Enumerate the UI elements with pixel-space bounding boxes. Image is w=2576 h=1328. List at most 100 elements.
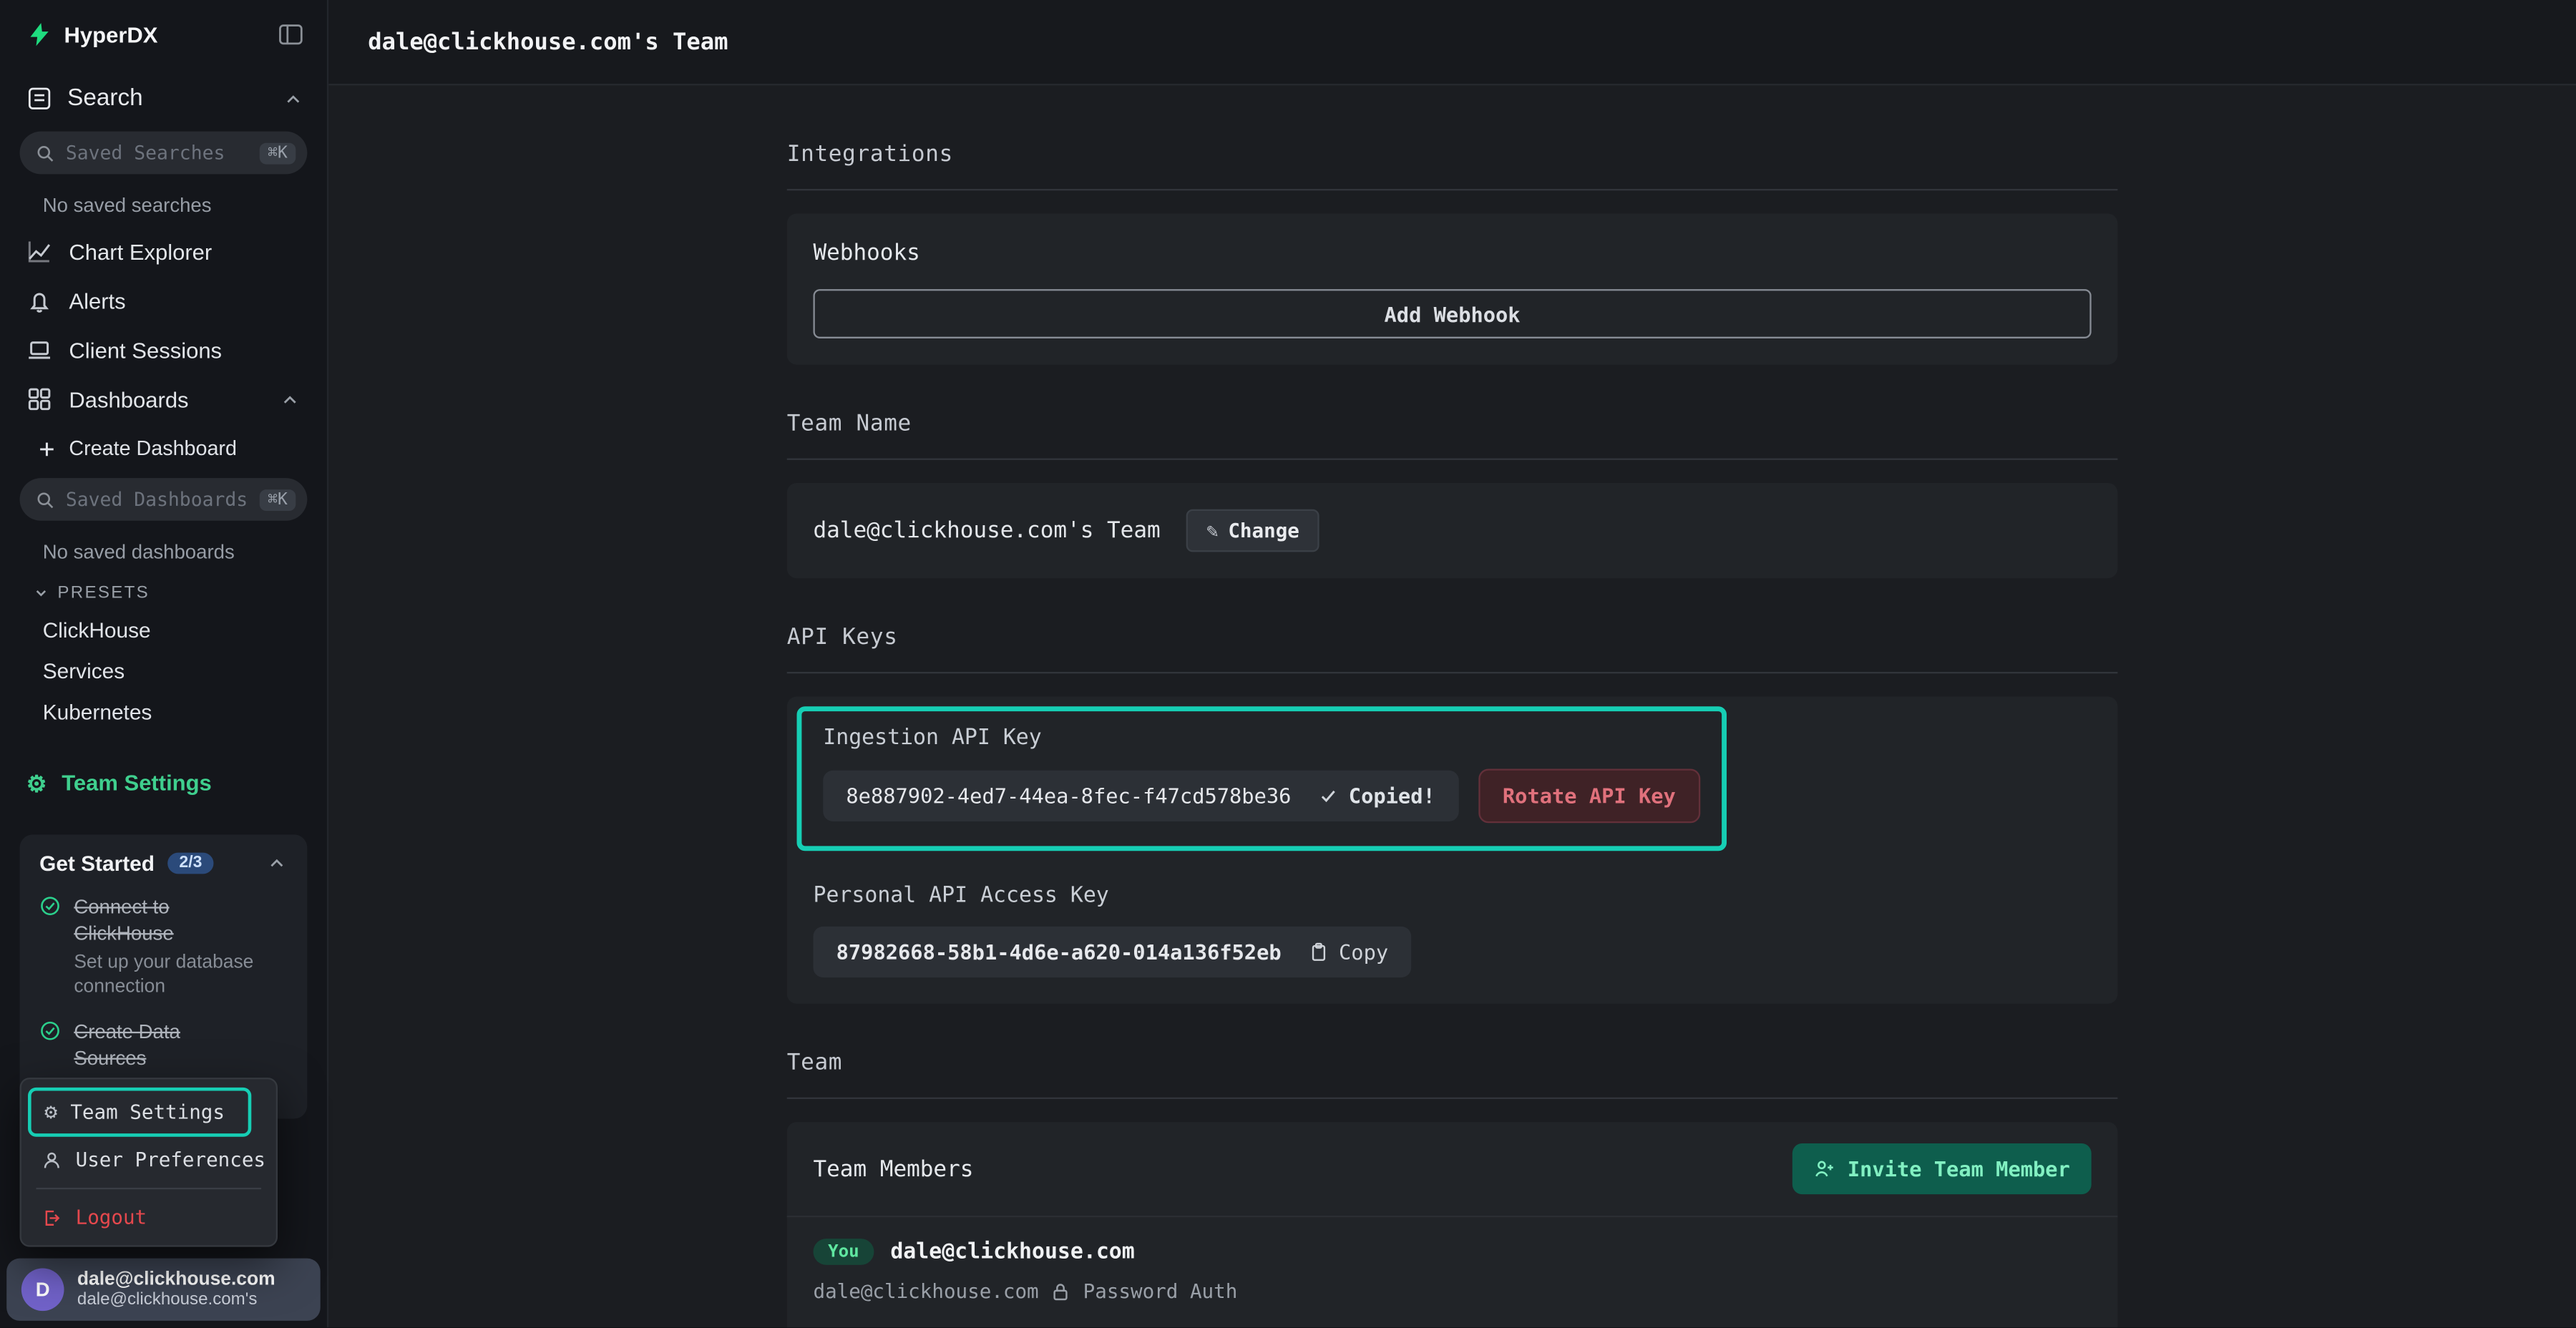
sidebar-item-label: Client Sessions [69, 338, 222, 362]
annotation-team-settings: ⚙ Team Settings [28, 1088, 251, 1137]
user-subtitle: dale@clickhouse.com's [77, 1289, 275, 1309]
menu-item-label: Team Settings [70, 1100, 225, 1123]
invite-button-label: Invite Team Member [1848, 1156, 2070, 1181]
copied-label: Copied! [1349, 783, 1435, 808]
main-content: Integrations Webhooks Add Webhook Team N… [328, 85, 2576, 1327]
saved-searches-placeholder: Saved Searches [66, 141, 250, 164]
saved-searches-input[interactable]: Saved Searches ⌘K [20, 132, 308, 175]
sidebar-item-chart-explorer[interactable]: Chart Explorer [0, 227, 327, 276]
check-circle-icon [39, 1020, 61, 1042]
saved-dashboards-placeholder: Saved Dashboards [66, 488, 250, 511]
ingestion-api-key-value[interactable]: 8e887902-4ed7-44ea-8fec-f47cd578be36 Cop… [823, 771, 1458, 821]
no-saved-dashboards-text: No saved dashboards [0, 529, 327, 573]
get-started-item-subtitle: Set up your database connection [74, 952, 268, 1001]
integrations-heading: Integrations [787, 141, 2118, 190]
add-webhook-button[interactable]: Add Webhook [813, 289, 2091, 338]
menu-item-user-preferences[interactable]: User Preferences [28, 1138, 270, 1181]
logout-icon [41, 1206, 62, 1228]
saved-dashboards-input[interactable]: Saved Dashboards ⌘K [20, 478, 308, 521]
lock-icon [1050, 1281, 1072, 1302]
chevron-up-icon [279, 389, 301, 410]
team-settings-label: Team Settings [62, 771, 212, 795]
sidebar-header: HyperDX [0, 0, 327, 64]
change-team-name-button[interactable]: ✎ Change [1186, 509, 1319, 552]
menu-item-logout[interactable]: Logout [28, 1196, 270, 1239]
user-plus-icon [1813, 1158, 1835, 1180]
team-member-row: You dale@clickhouse.com dale@clickhouse.… [787, 1217, 2118, 1327]
app-root: HyperDX Search Saved Searches ⌘K No save… [0, 0, 2576, 1327]
menu-item-label: Logout [76, 1206, 147, 1229]
team-members-card: Team Members Invite Team Member You dale… [787, 1122, 2118, 1327]
user-menu-popup: ⚙ Team Settings User Preferences Logout [20, 1078, 278, 1246]
create-dashboard-label: Create Dashboard [69, 437, 237, 460]
personal-api-key-value[interactable]: 87982668-58b1-4d6e-a620-014a136f52eb Cop… [813, 927, 1411, 977]
team-members-label: Team Members [813, 1156, 973, 1182]
chevron-up-icon[interactable] [266, 853, 288, 874]
preset-services[interactable]: Services [0, 650, 327, 691]
api-key-text: 87982668-58b1-4d6e-a620-014a136f52eb [836, 939, 1282, 964]
team-name-heading: Team Name [787, 411, 2118, 460]
member-name: dale@clickhouse.com [890, 1239, 1134, 1264]
get-started-item-connect[interactable]: Connect to ClickHouse Set up your databa… [39, 894, 288, 1001]
collapse-sidebar-icon[interactable] [278, 21, 304, 48]
api-keys-heading: API Keys [787, 624, 2118, 673]
menu-item-label: User Preferences [76, 1148, 265, 1171]
presets-toggle[interactable]: PRESETS [0, 573, 327, 610]
user-icon [41, 1149, 62, 1171]
team-name-value: dale@clickhouse.com's Team [813, 517, 1160, 544]
get-started-progress-badge: 2/3 [167, 853, 213, 874]
gear-icon: ⚙ [44, 1101, 57, 1123]
copy-button[interactable]: Copy [1307, 939, 1388, 964]
change-button-label: Change [1228, 519, 1299, 542]
hyperdx-logo-icon [26, 21, 53, 48]
sidebar-section-search[interactable]: Search [0, 64, 327, 127]
page-title: dale@clickhouse.com's Team [368, 29, 728, 55]
team-name-card: dale@clickhouse.com's Team ✎ Change [787, 483, 2118, 578]
user-name: dale@clickhouse.com [77, 1270, 275, 1290]
chart-icon [26, 238, 53, 265]
rotate-api-key-button[interactable]: Rotate API Key [1478, 768, 1700, 823]
get-started-header[interactable]: Get Started 2/3 [39, 851, 288, 875]
copy-button-label: Copy [1339, 939, 1388, 964]
search-section-label: Search [67, 85, 143, 112]
presets-label: PRESETS [57, 583, 150, 603]
sidebar-item-team-settings[interactable]: ⚙ Team Settings [0, 756, 327, 810]
sidebar-item-label: Alerts [69, 288, 125, 313]
chevron-up-icon [283, 88, 304, 109]
no-saved-searches-text: No saved searches [0, 182, 327, 227]
create-dashboard-button[interactable]: Create Dashboard [0, 424, 327, 473]
gear-icon: ⚙ [26, 771, 47, 794]
sidebar-item-client-sessions[interactable]: Client Sessions [0, 326, 327, 375]
get-started-title: Get Started [39, 851, 155, 875]
keyboard-shortcut: ⌘K [260, 489, 296, 510]
sidebar-item-alerts[interactable]: Alerts [0, 276, 327, 326]
pencil-icon: ✎ [1206, 519, 1219, 542]
dashboard-grid-icon [26, 386, 53, 413]
webhooks-label: Webhooks [813, 240, 2091, 266]
member-auth-method: Password Auth [1083, 1280, 1238, 1303]
menu-item-team-settings[interactable]: ⚙ Team Settings [31, 1090, 238, 1133]
get-started-item-title: Connect to ClickHouse [74, 894, 258, 947]
annotation-ingestion-api-key: Ingestion API Key 8e887902-4ed7-44ea-8fe… [797, 706, 1727, 851]
plus-icon [36, 438, 58, 459]
bell-icon [26, 288, 53, 314]
preset-clickhouse[interactable]: ClickHouse [0, 610, 327, 650]
chevron-down-icon [33, 585, 49, 601]
keyboard-shortcut: ⌘K [260, 142, 296, 164]
api-key-text: 8e887902-4ed7-44ea-8fec-f47cd578be36 [846, 783, 1291, 808]
user-profile-row[interactable]: D dale@clickhouse.com dale@clickhouse.co… [6, 1259, 321, 1321]
sidebar-item-label: Dashboards [69, 387, 188, 411]
search-section-icon [26, 85, 53, 112]
sidebar-item-label: Chart Explorer [69, 239, 212, 263]
check-icon [1317, 785, 1339, 806]
sidebar: HyperDX Search Saved Searches ⌘K No save… [0, 0, 328, 1327]
preset-kubernetes[interactable]: Kubernetes [0, 692, 327, 733]
webhooks-card: Webhooks Add Webhook [787, 213, 2118, 364]
you-badge: You [813, 1239, 874, 1265]
search-icon [34, 489, 56, 510]
sidebar-item-dashboards[interactable]: Dashboards [0, 374, 327, 424]
search-icon [34, 142, 56, 164]
app-name: HyperDX [64, 22, 158, 47]
invite-team-member-button[interactable]: Invite Team Member [1792, 1143, 2092, 1194]
laptop-icon [26, 337, 53, 363]
